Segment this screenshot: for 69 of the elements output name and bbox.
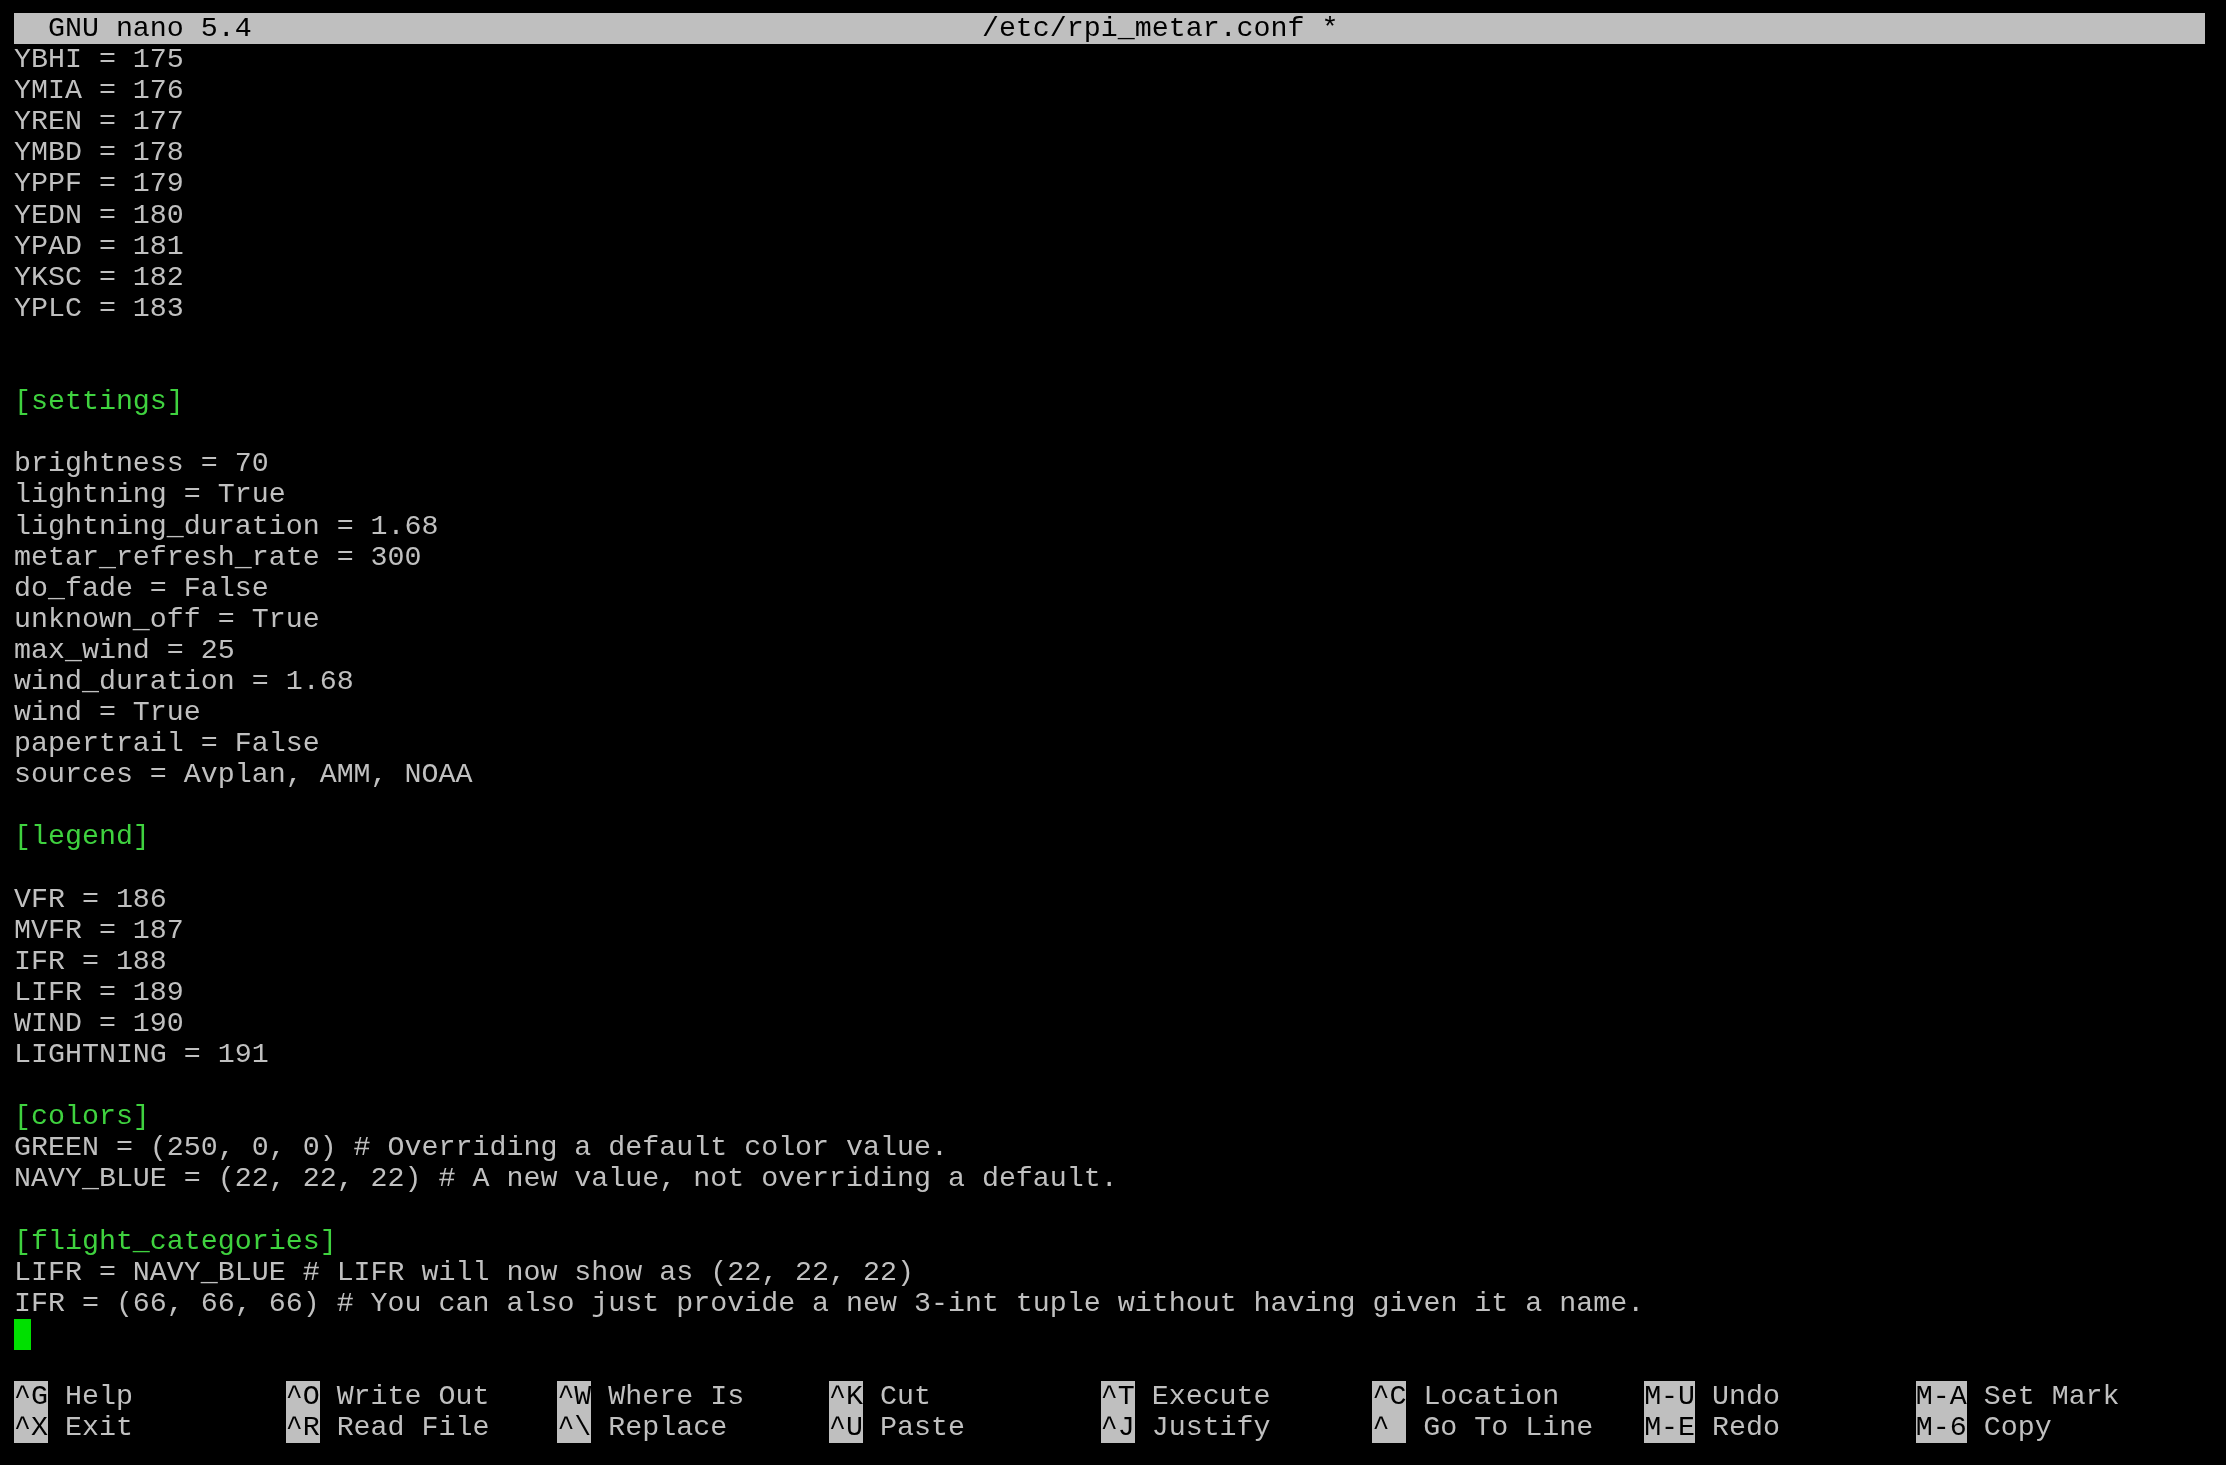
section-header: [flight_categories] [14,1224,337,1257]
config-line: wind_duration = 1.68 [14,664,354,697]
config-line: do_fade = False [14,571,269,604]
shortcut-key[interactable]: M-E [1644,1412,1696,1444]
config-line: YKSC = 182 [14,260,184,293]
shortcut-key[interactable]: M-6 [1915,1412,1967,1444]
shortcut-key[interactable]: ^W [557,1381,592,1413]
shortcut-key[interactable]: ^X [14,1412,48,1444]
config-line: NAVY_BLUE = (22, 22, 22) # A new value, not overriding a default. [14,1162,1118,1195]
config-line: YMBD = 178 [14,136,184,169]
config-line: lightning = True [14,478,286,511]
config-line: LIFR = NAVY_BLUE # LIFR will now show as (22, 22, 22) [14,1255,914,1288]
config-line: LIGHTNING = 191 [14,1038,269,1071]
config-line: VFR = 186 [14,882,167,915]
shortcut-label[interactable]: Replace [608,1411,728,1444]
shortcut-label[interactable]: Set Mark [1983,1380,2120,1413]
shortcut-key[interactable]: ^G [14,1381,48,1413]
shortcut-key[interactable]: ^C [1372,1381,1407,1413]
config-line: MVFR = 187 [14,913,184,946]
section-header: [legend] [14,820,150,853]
shortcut-key[interactable]: ^\ [557,1412,592,1444]
config-line: brightness = 70 [14,447,269,480]
shortcut-label[interactable]: Copy [1983,1411,2052,1444]
app-version: GNU nano 5.4 [46,13,253,45]
shortcut-label[interactable]: Go To Line [1423,1411,1594,1444]
shortcut-label[interactable]: Read File [336,1411,490,1444]
shortcut-label[interactable]: Exit [64,1411,133,1444]
shortcut-label[interactable]: Undo [1712,1380,1780,1413]
shortcut-key[interactable]: ^T [1100,1381,1135,1413]
shortcut-key[interactable]: M-A [1915,1381,1967,1413]
config-line: wind = True [14,696,201,729]
config-line: YREN = 177 [14,105,184,138]
config-line: YPAD = 181 [14,229,184,262]
shortcut-label[interactable]: Paste [880,1411,965,1444]
shortcut-key[interactable]: ^R [285,1412,320,1444]
config-line: IFR = (66, 66, 66) # You can also just provide a new 3-int tuple without having given it a name. [14,1286,1645,1319]
shortcut-label[interactable]: Where Is [608,1380,745,1413]
config-line: YPLC = 183 [14,291,184,324]
config-line: GREEN = (250, 0, 0) # Overriding a default color value. [14,1131,948,1164]
shortcut-label[interactable]: Location [1423,1380,1560,1413]
shortcut-label[interactable]: Execute [1151,1380,1271,1413]
config-line: papertrail = False [14,727,320,760]
config-line: YMIA = 176 [14,74,184,107]
config-line: WIND = 190 [14,1007,184,1039]
shortcut-key[interactable]: ^O [285,1381,320,1413]
shortcut-key[interactable]: ^U [829,1412,864,1444]
shortcut-key[interactable]: M-U [1644,1381,1696,1413]
config-line: YEDN = 180 [14,198,184,231]
config-line: lightning_duration = 1.68 [14,509,439,542]
config-line: YPPF = 179 [14,167,184,200]
shortcut-key[interactable]: ^K [829,1381,864,1413]
text-cursor [14,1318,31,1351]
shortcut-key[interactable]: ^J [1100,1412,1135,1444]
shortcut-label[interactable]: Help [64,1380,133,1413]
shortcut-label[interactable]: Justify [1151,1411,1271,1444]
config-line: sources = Avplan, AMM, NOAA [14,758,473,791]
config-line: IFR = 188 [14,944,167,977]
section-header: [settings] [14,385,184,418]
file-name: /etc/rpi_metar.conf * [981,12,1339,44]
config-line: unknown_off = True [14,602,320,635]
section-header: [colors] [14,1100,150,1133]
config-line: YBHI = 175 [14,43,184,76]
shortcut-label[interactable]: Cut [880,1380,931,1413]
config-line: metar_refresh_rate = 300 [14,540,422,573]
config-line: max_wind = 25 [14,633,235,666]
shortcut-key[interactable]: ^ [1372,1412,1407,1444]
config-line: LIFR = 189 [14,975,184,1008]
shortcut-label[interactable]: Write Out [336,1380,490,1413]
shortcut-label[interactable]: Redo [1712,1411,1780,1444]
